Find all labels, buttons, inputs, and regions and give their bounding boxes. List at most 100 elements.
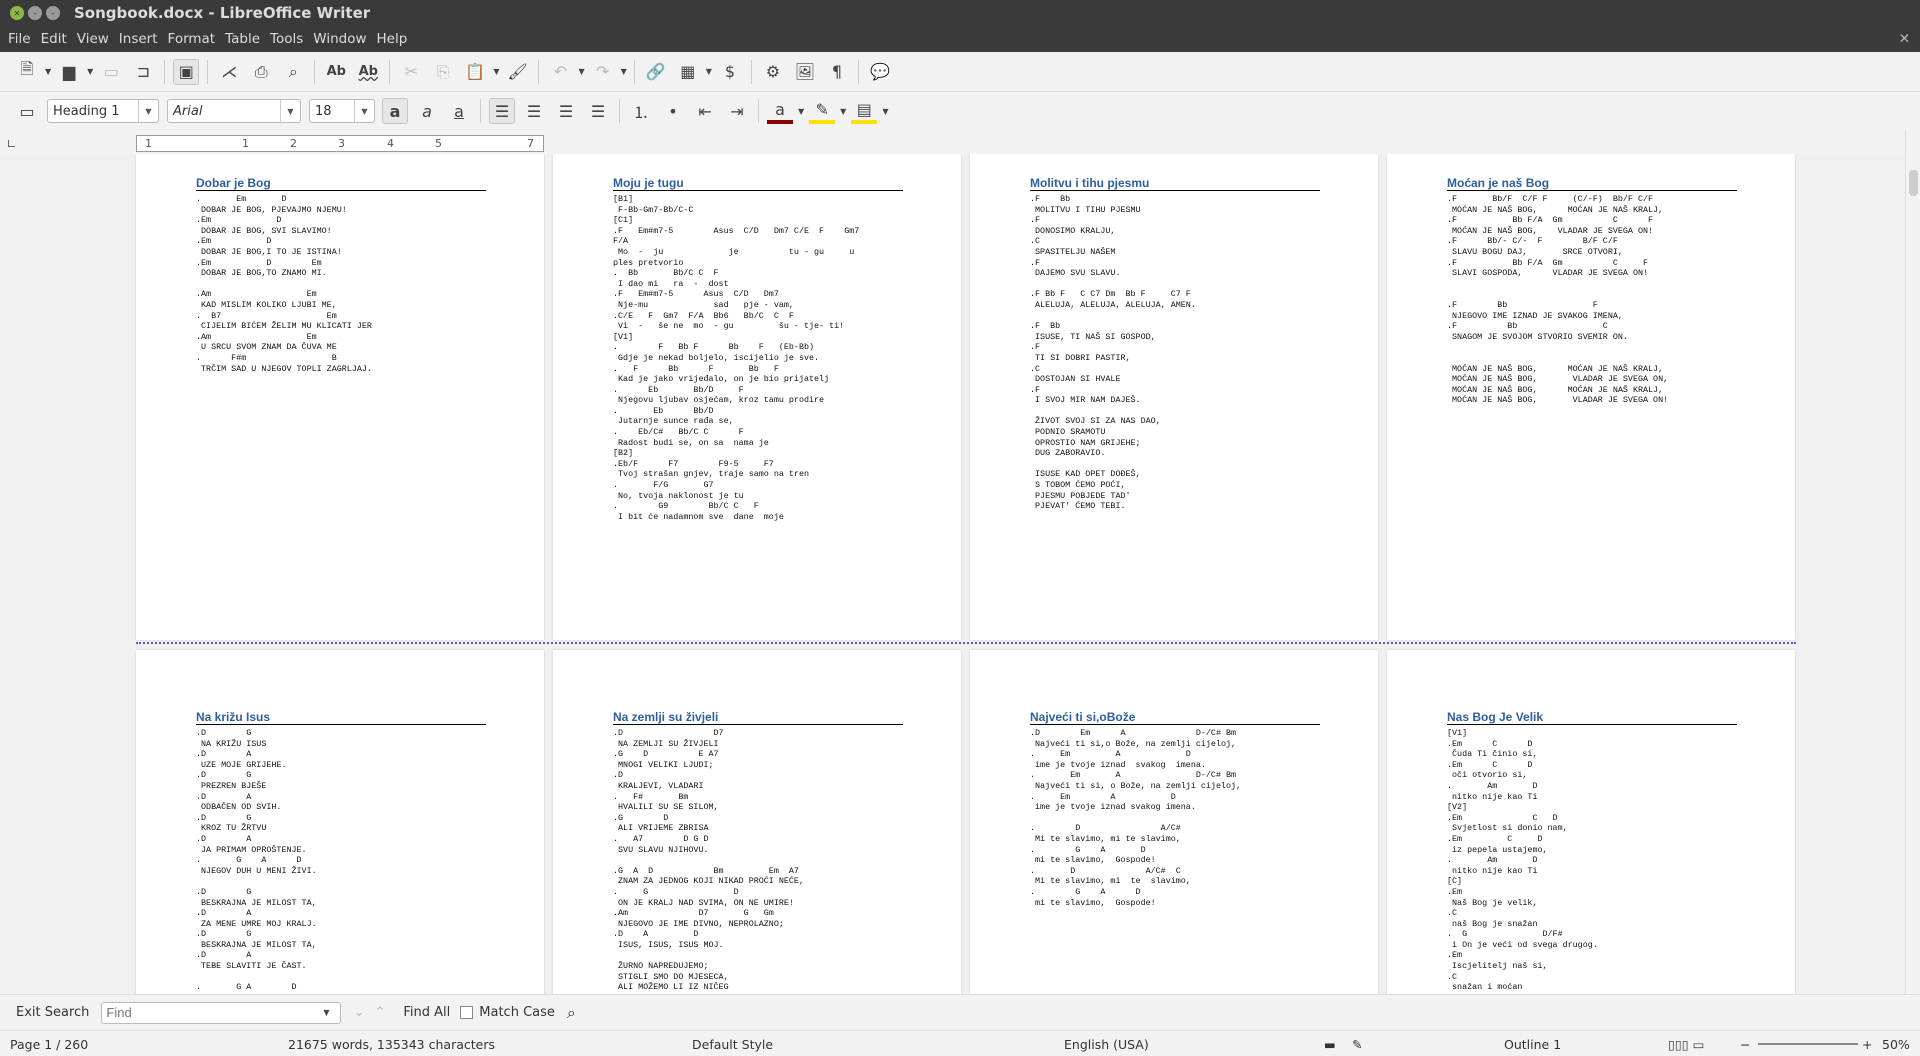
menu-window[interactable]: Window xyxy=(313,31,366,47)
match-case-checkbox[interactable] xyxy=(460,1006,474,1019)
page[interactable]: Moćan je naš Bog .F Bb/F C/F F (C/-F) Bb… xyxy=(1387,154,1795,640)
bold-icon[interactable]: a xyxy=(382,98,408,124)
justify-icon[interactable]: ☰ xyxy=(585,98,611,124)
underline-icon[interactable]: a xyxy=(446,98,472,124)
highlight-icon[interactable]: ✎ xyxy=(809,98,836,124)
settings-gear-icon[interactable]: ⚙ xyxy=(760,59,786,85)
redo-icon[interactable]: ↷ xyxy=(590,59,616,85)
export-icon[interactable]: ⊐ xyxy=(130,59,156,85)
font-name-combo[interactable]: Arial ▼ xyxy=(167,99,301,123)
maximize-window-button[interactable]: – xyxy=(46,6,60,20)
selection-mode-icon[interactable]: ▬ xyxy=(1324,1037,1336,1052)
page[interactable]: Na zemlji su živjeli .D D7 NA ZEMLJI SU … xyxy=(553,650,961,994)
font-color-icon[interactable]: a xyxy=(767,98,793,124)
decrease-indent-icon[interactable]: ⇤ xyxy=(692,98,718,124)
hyperlink-icon[interactable]: 🔗 xyxy=(643,59,669,85)
track-changes-icon[interactable]: $ xyxy=(717,59,743,85)
minimize-window-button[interactable]: – xyxy=(28,6,42,20)
word-count[interactable]: 21675 words, 135343 characters xyxy=(288,1037,495,1052)
font-size-combo[interactable]: 18 ▼ xyxy=(309,99,375,123)
page[interactable]: Najveći ti si,oBože .D Em A D-/C# Bm Naj… xyxy=(970,650,1378,994)
comment-icon[interactable]: 💬 xyxy=(867,59,893,85)
page[interactable]: Na križu Isus .D G NA KRIŽU ISUS .D A UZ… xyxy=(136,650,544,994)
paragraph-style-combo[interactable]: Heading 1 ▼ xyxy=(47,99,159,123)
chevron-down-icon[interactable]: ▼ xyxy=(280,100,300,122)
paste-dropdown-arrow[interactable]: ▼ xyxy=(493,67,499,76)
find-all-button[interactable]: Find All xyxy=(403,1005,450,1020)
cut-icon[interactable]: ✂ xyxy=(398,59,424,85)
menu-format[interactable]: Format xyxy=(168,31,216,47)
zoom-out-icon[interactable]: − xyxy=(1740,1037,1750,1052)
insert-image-icon[interactable]: 🖼 xyxy=(792,59,818,85)
background-color-icon[interactable]: ▤ xyxy=(851,98,878,124)
horizontal-ruler[interactable]: 1 1 2 3 4 5 7 xyxy=(136,135,544,152)
font-color-dropdown-arrow[interactable]: ▼ xyxy=(798,107,804,116)
clone-formatting-icon[interactable]: 🖌 xyxy=(504,59,530,85)
align-center-icon[interactable]: ☰ xyxy=(521,98,547,124)
exit-search-button[interactable]: Exit Search xyxy=(16,1005,89,1020)
close-window-button[interactable]: ✕ xyxy=(10,6,24,20)
menu-table[interactable]: Table xyxy=(225,31,260,47)
menu-tools[interactable]: Tools xyxy=(270,31,303,47)
highlight-dropdown-arrow[interactable]: ▼ xyxy=(840,107,846,116)
spelling-icon[interactable]: Ab xyxy=(323,59,349,85)
print-icon[interactable]: ⎙ xyxy=(248,59,274,85)
find-previous-icon[interactable]: ⌄ xyxy=(354,1005,365,1020)
italic-icon[interactable]: a xyxy=(414,98,440,124)
view-layout-icons[interactable]: ▯▯▯ ▭ xyxy=(1668,1037,1704,1052)
ruler-tick: 5 xyxy=(435,137,442,150)
undo-icon[interactable]: ↶ xyxy=(547,59,573,85)
page-count[interactable]: Page 1 / 260 xyxy=(10,1037,88,1052)
zoom-level[interactable]: 50% xyxy=(1882,1037,1910,1052)
close-document-icon[interactable]: ✕ xyxy=(1899,31,1910,47)
print-preview-icon[interactable]: ⌕ xyxy=(280,59,306,85)
chevron-down-icon[interactable]: ▼ xyxy=(138,100,158,122)
background-dropdown-arrow[interactable]: ▼ xyxy=(882,107,888,116)
menu-edit[interactable]: Edit xyxy=(41,31,67,47)
redo-dropdown-arrow[interactable]: ▼ xyxy=(621,67,627,76)
new-dropdown-arrow[interactable]: ▼ xyxy=(45,67,51,76)
page[interactable]: Molitvu i tihu pjesmu .F Bb MOLITVU I TI… xyxy=(970,154,1378,640)
edit-mode-icon[interactable]: ▣ xyxy=(173,58,200,85)
increase-indent-icon[interactable]: ⇥ xyxy=(724,98,750,124)
find-history-arrow[interactable]: ▼ xyxy=(323,1008,329,1017)
vertical-scrollbar[interactable] xyxy=(1905,130,1920,994)
find-replace-icon[interactable]: ⌕ xyxy=(567,1003,576,1023)
find-input[interactable] xyxy=(101,1001,342,1024)
save-icon[interactable]: ▭ xyxy=(98,59,124,85)
export-pdf-icon[interactable]: ⋌ xyxy=(216,59,242,85)
new-document-icon[interactable]: 🗎 xyxy=(14,59,40,85)
ruler-tick: 3 xyxy=(338,137,345,150)
find-next-icon[interactable]: ⌃ xyxy=(374,1005,385,1020)
copy-icon[interactable]: ⎘ xyxy=(430,59,456,85)
menu-insert[interactable]: Insert xyxy=(119,31,158,47)
table-dropdown-arrow[interactable]: ▼ xyxy=(706,67,712,76)
zoom-slider[interactable] xyxy=(1758,1043,1858,1045)
page-style[interactable]: Default Style xyxy=(692,1037,773,1052)
page[interactable]: Nas Bog Je Velik [V1] .Em C D Čuda Ti či… xyxy=(1387,650,1795,994)
zoom-in-icon[interactable]: + xyxy=(1862,1037,1872,1052)
page[interactable]: Dobar je Bog . Em D DOBAR JE BOG, PJEVAJ… xyxy=(136,154,544,640)
page[interactable]: Moju je tugu [B1] F-Bb-Gm7-Bb/C-C [C1] .… xyxy=(553,154,961,640)
undo-dropdown-arrow[interactable]: ▼ xyxy=(578,67,584,76)
table-icon[interactable]: ▦ xyxy=(675,59,701,85)
song-body: [B1] F-Bb-Gm7-Bb/C-C [C1] .F Em#m7-5 Asu… xyxy=(613,194,860,522)
auto-spellcheck-icon[interactable]: Ab xyxy=(355,59,381,85)
numbered-list-icon[interactable]: ⒈ xyxy=(628,98,654,124)
formatting-marks-icon[interactable]: ¶ xyxy=(824,59,850,85)
menu-view[interactable]: View xyxy=(77,31,109,47)
chevron-down-icon[interactable]: ▼ xyxy=(354,100,374,122)
scrollbar-thumb[interactable] xyxy=(1909,170,1918,196)
open-dropdown-arrow[interactable]: ▼ xyxy=(87,67,93,76)
align-right-icon[interactable]: ☰ xyxy=(553,98,579,124)
open-folder-icon[interactable]: ▆ xyxy=(56,59,82,85)
language[interactable]: English (USA) xyxy=(1064,1037,1149,1052)
align-left-icon[interactable]: ☰ xyxy=(489,98,515,124)
paste-icon[interactable]: 📋 xyxy=(462,59,488,85)
ruler-tick: 2 xyxy=(290,137,297,150)
menu-help[interactable]: Help xyxy=(377,31,408,47)
menu-file[interactable]: File xyxy=(8,31,31,47)
styles-sidebar-icon[interactable]: ▭ xyxy=(14,98,40,124)
bulleted-list-icon[interactable]: • xyxy=(660,98,686,124)
document-area[interactable]: Dobar je Bog . Em D DOBAR JE BOG, PJEVAJ… xyxy=(0,154,1905,994)
